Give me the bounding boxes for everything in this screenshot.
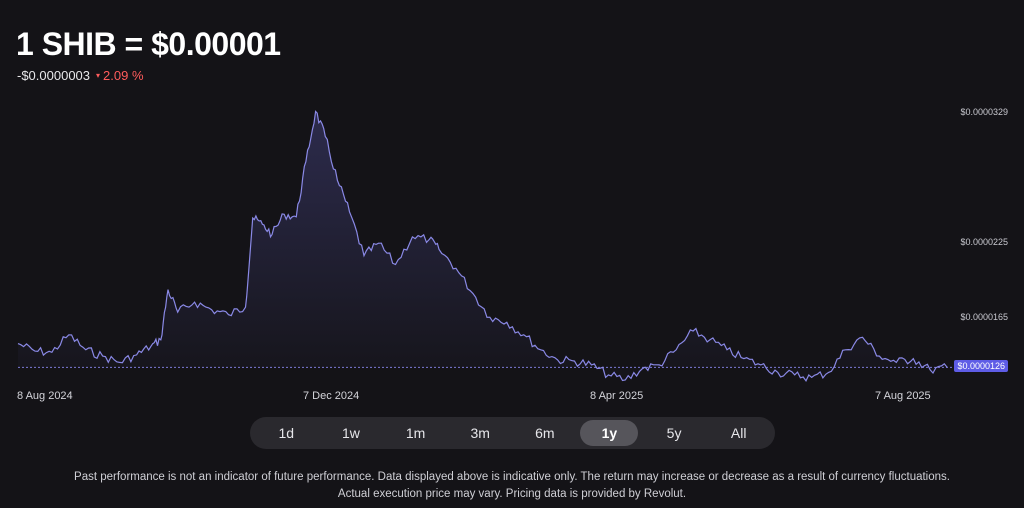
y-tick-label: $0.0000225 [960,237,1008,248]
change-percent: 2.09 % [103,68,144,83]
price-title: 1 SHIB = $0.00001 [16,26,281,62]
down-arrow-icon: ▾ [96,71,101,80]
y-tick-label: $0.0000329 [960,106,1008,117]
timeframe-tab-3m[interactable]: 3m [451,420,509,446]
change-absolute: -$0.0000003 [17,68,91,83]
timeframe-selector: 1d 1w 1m 3m 6m 1y 5y All [250,417,775,449]
timeframe-tab-1d[interactable]: 1d [257,420,315,446]
disclaimer: Past performance is not an indicator of … [0,469,1024,503]
timeframe-tab-1m[interactable]: 1m [387,420,445,446]
x-tick-label: 8 Aug 2024 [17,390,73,402]
current-price-badge: $0.0000126 [954,360,1008,373]
x-tick-label: 7 Aug 2025 [875,390,931,402]
timeframe-tab-1y[interactable]: 1y [580,420,639,446]
x-tick-label: 7 Dec 2024 [303,390,360,402]
price-change: -$0.0000003 ▾ 2.09 % [17,68,144,83]
y-tick-label: $0.0000165 [960,312,1008,323]
price-chart[interactable] [0,90,1024,390]
change-percent-group: ▾ 2.09 % [96,68,144,83]
timeframe-tab-all[interactable]: All [710,420,768,446]
disclaimer-line-1: Past performance is not an indicator of … [74,471,950,483]
disclaimer-line-2: Actual execution price may vary. Pricing… [337,488,687,500]
timeframe-tab-1w[interactable]: 1w [322,420,380,446]
timeframe-tab-5y[interactable]: 5y [645,420,703,446]
timeframe-tab-6m[interactable]: 6m [516,420,574,446]
x-tick-label: 8 Apr 2025 [590,390,644,402]
price-area [18,111,948,381]
